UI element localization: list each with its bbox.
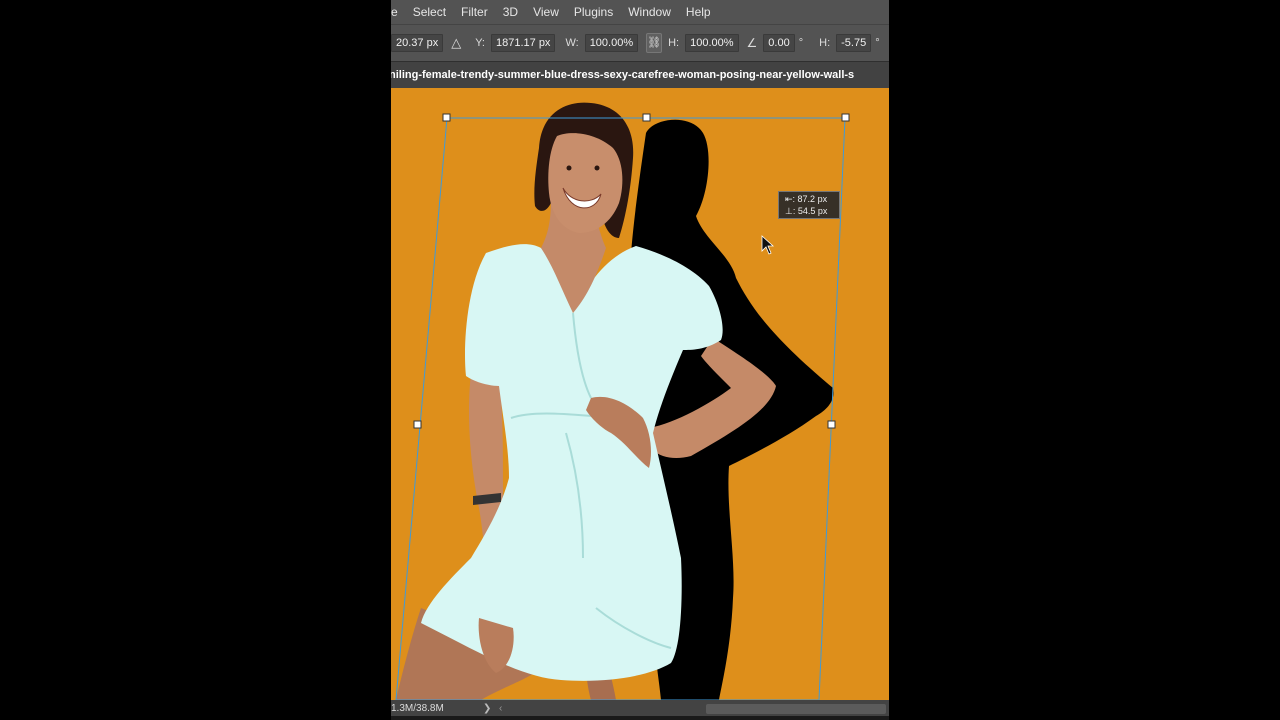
horizontal-scrollbar[interactable] <box>706 704 886 714</box>
height-label: H: <box>668 36 680 49</box>
menu-item-plugins[interactable]: Plugins <box>566 5 620 19</box>
menu-item-select[interactable]: Select <box>405 5 453 19</box>
angle-icon: ∠ <box>746 35 758 50</box>
photoshop-window: e Select Filter 3D View Plugins Window H… <box>391 0 889 720</box>
document-title: niling-female-trendy-summer-blue-dress-s… <box>391 69 855 81</box>
horizontal-skew-field[interactable]: -5.75 <box>836 33 872 52</box>
menu-item-window[interactable]: Window <box>620 5 678 19</box>
options-bar: 20.37 px △ Y: 1871.17 px W: 100.00% ⛓ H:… <box>391 25 889 60</box>
menu-item-view[interactable]: View <box>525 5 566 19</box>
y-label: Y: <box>475 36 485 49</box>
transform-handle-middle-right[interactable] <box>827 420 836 429</box>
delta-icon[interactable]: △ <box>451 35 461 51</box>
degree-label: ° <box>798 36 804 49</box>
menu-item-filter[interactable]: Filter <box>453 5 495 19</box>
document-tab[interactable]: niling-female-trendy-summer-blue-dress-s… <box>391 61 889 88</box>
transform-handle-middle-left[interactable] <box>413 420 422 429</box>
offset-x-value: 87.2 px <box>797 194 828 204</box>
degree-label-2: ° <box>875 36 880 49</box>
menu-item-3d[interactable]: 3D <box>495 5 525 19</box>
width-label: W: <box>565 36 579 49</box>
y-position-field[interactable]: 1871.17 px <box>491 33 556 52</box>
width-field[interactable]: 100.00% <box>584 33 639 52</box>
status-bar-edge <box>391 716 889 720</box>
x-position-field[interactable]: 20.37 px <box>391 33 444 52</box>
transform-handle-top-left[interactable] <box>442 113 451 122</box>
mouse-cursor-icon <box>761 235 775 255</box>
transform-handle-top-center[interactable] <box>642 113 651 122</box>
menu-bar: e Select Filter 3D View Plugins Window H… <box>391 0 889 25</box>
menu-item-help[interactable]: Help <box>678 5 718 19</box>
menu-item-edit[interactable]: e <box>391 5 405 19</box>
rotation-field[interactable]: 0.00 <box>763 33 795 52</box>
link-icon[interactable]: ⛓ <box>646 32 663 53</box>
offset-y-value: 54.5 px <box>797 206 828 216</box>
eye-right <box>594 165 600 171</box>
canvas-artwork <box>395 102 850 700</box>
transform-handle-top-right[interactable] <box>841 113 850 122</box>
eye-left <box>566 165 572 171</box>
document-canvas[interactable]: ⇤: 87.2 px ⊥: 54.5 px <box>391 88 889 700</box>
horizontal-skew-label: H: <box>819 36 831 49</box>
transform-offset-readout: ⇤: 87.2 px ⊥: 54.5 px <box>778 191 840 219</box>
height-field[interactable]: 100.00% <box>685 33 739 52</box>
